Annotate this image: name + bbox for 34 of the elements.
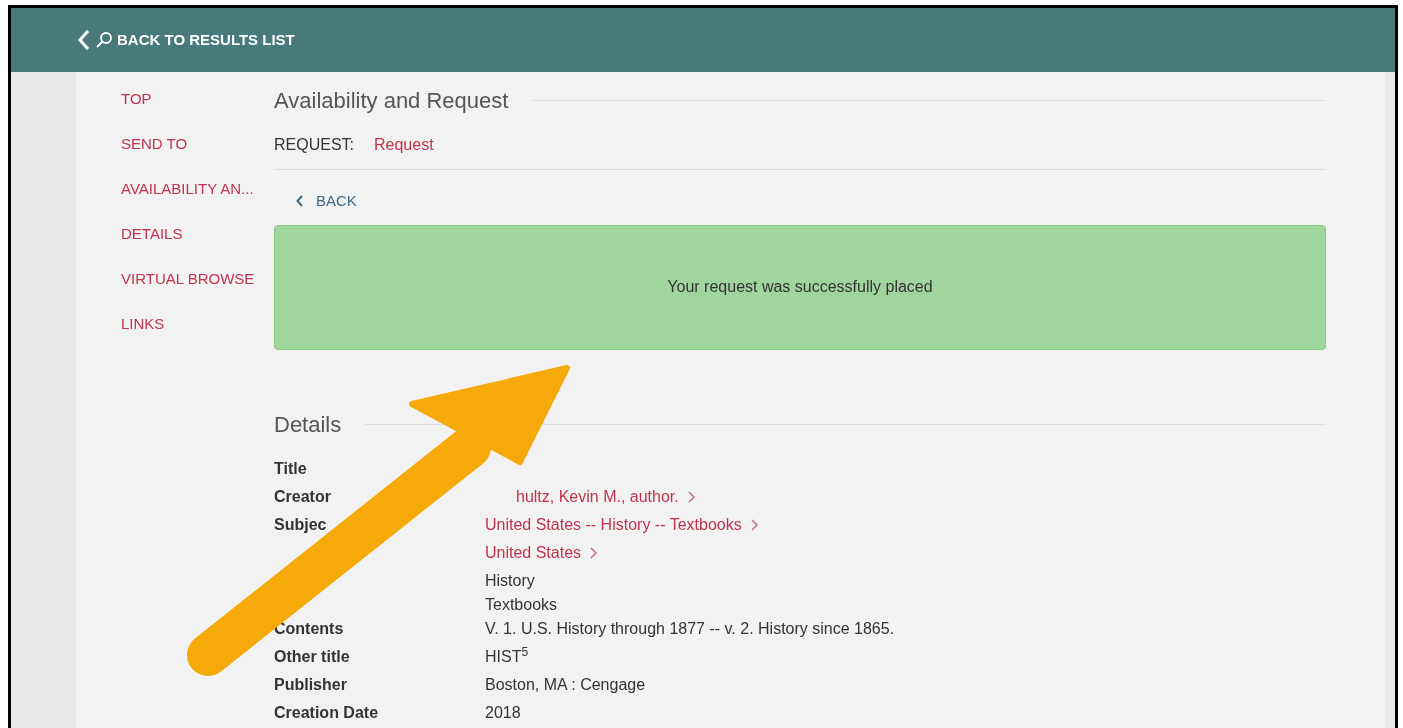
- sidebar-link[interactable]: DETAILS: [121, 224, 274, 244]
- sidebar-link[interactable]: LINKS: [121, 314, 274, 334]
- sidebar-link[interactable]: VIRTUAL BROWSE: [121, 269, 274, 289]
- field-link[interactable]: United States -- History -- Textbooks: [485, 512, 742, 537]
- sidebar-link[interactable]: SEND TO: [121, 134, 274, 154]
- request-link[interactable]: Request: [374, 133, 434, 157]
- section-heading: Availability and Request: [274, 87, 509, 115]
- sidebar-link[interactable]: AVAILABILITY AN...: [121, 179, 274, 199]
- field-value: HIST$^{5}$: [485, 644, 529, 667]
- chevron-right-icon: [686, 490, 695, 503]
- field-link[interactable]: United States: [485, 540, 582, 565]
- field-label: Title: [274, 459, 307, 477]
- back-chevron-icon: [77, 29, 91, 51]
- field-link[interactable]: hultz, Kevin M., author.: [516, 484, 679, 509]
- request-label: REQUEST:: [274, 135, 354, 155]
- sidebar-link[interactable]: TOP: [121, 89, 274, 109]
- back-chevron-icon: [296, 195, 304, 208]
- search-icon: [95, 31, 113, 49]
- field-value: 2018: [485, 702, 521, 723]
- back-button[interactable]: BACK: [296, 190, 357, 213]
- field-value: History: [485, 570, 535, 591]
- field-value: Textbooks: [485, 594, 558, 615]
- field-value: V. 1. U.S. History through 1877 -- v. 2. History since 1865.: [485, 618, 895, 639]
- success-message: Your request was successfully placed: [274, 224, 1326, 350]
- field-label: Publisher: [274, 675, 347, 693]
- field-label: Creator: [274, 487, 331, 505]
- section-heading: Details: [274, 410, 342, 439]
- field-label: Subjec: [274, 515, 327, 533]
- field-value: Boston, MA : Cengage: [485, 674, 646, 695]
- chevron-right-icon: [749, 518, 758, 531]
- back-to-results-link[interactable]: BACK TO RESULTS LIST: [77, 28, 295, 52]
- field-label: Creation Date: [274, 703, 379, 721]
- chevron-right-icon: [589, 546, 598, 559]
- field-label: Other title: [274, 647, 350, 665]
